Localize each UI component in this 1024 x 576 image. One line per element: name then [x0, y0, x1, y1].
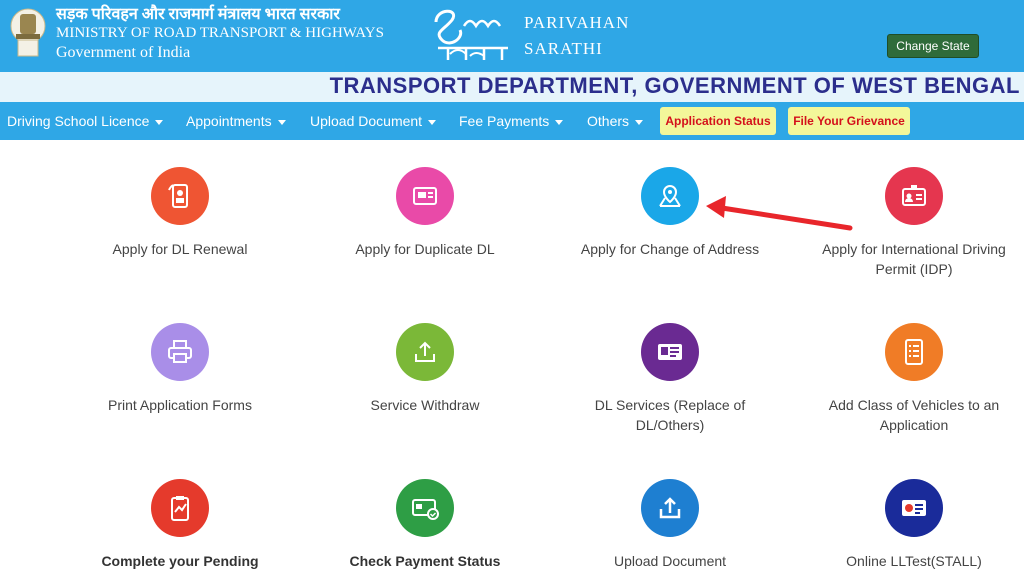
id-card-icon [902, 185, 926, 206]
nav-label: Fee Payments [459, 113, 550, 129]
test-card-icon [902, 500, 926, 516]
tile-label: Apply for International Driving Permit (… [822, 241, 1006, 277]
department-title: TRANSPORT DEPARTMENT, GOVERNMENT OF WEST… [329, 73, 1020, 98]
tile-complete-pending[interactable]: Complete your Pending [80, 479, 280, 571]
tile-label: Apply for Change of Address [580, 241, 760, 257]
caret-down-icon [155, 119, 164, 125]
nav-label: Appointments [186, 113, 272, 129]
tile-label: Apply for Duplicate DL [355, 241, 495, 257]
tile-label: Add Class of Vehicles to an Application [828, 397, 1000, 433]
map-pin-icon [659, 184, 681, 207]
upload-icon [659, 497, 681, 519]
caret-down-icon [428, 119, 437, 125]
nav-driving-school-licence[interactable]: Driving School Licence [7, 102, 164, 140]
ministry-hindi: सड़क परिवहन और राजमार्ग मंत्रालय भारत सर… [56, 6, 340, 23]
nav-appointments[interactable]: Appointments [186, 102, 286, 140]
tile-upload-document[interactable]: Upload Document [570, 479, 770, 571]
nav-others[interactable]: Others [587, 102, 644, 140]
brand-line-1: PARIVAHAN [524, 13, 630, 32]
license-card-icon [658, 344, 682, 360]
tile-icon-circle [641, 167, 699, 225]
tile-duplicate-dl[interactable]: Apply for Duplicate DL [325, 167, 525, 259]
government-label: Government of India [56, 44, 191, 61]
tile-icon-circle [396, 479, 454, 537]
tile-label: Upload Document [613, 553, 727, 569]
caret-down-icon [635, 119, 644, 125]
tile-icon-circle [641, 479, 699, 537]
duplicate-dl-icon [413, 187, 437, 205]
form-list-icon [905, 339, 923, 365]
brand-line-2: SARATHI [524, 39, 603, 58]
tile-dl-renewal[interactable]: Apply for DL Renewal [80, 167, 280, 259]
tile-label: Complete your Pending [101, 553, 259, 569]
upload-tray-icon [415, 341, 435, 362]
dl-renewal-icon [168, 184, 188, 208]
site-header: सड़क परिवहन और राजमार्ग मंत्रालय भारत सर… [0, 0, 1024, 72]
tile-print-application-forms[interactable]: Print Application Forms [80, 323, 280, 415]
tile-icon-circle [396, 167, 454, 225]
tile-icon-circle [151, 167, 209, 225]
national-emblem-icon [10, 8, 46, 57]
tile-check-payment-status[interactable]: Check Payment Status [325, 479, 525, 571]
tile-label: DL Services (Replace of DL/Others) [594, 397, 746, 433]
tile-add-class-of-vehicles[interactable]: Add Class of Vehicles to an Application [814, 323, 1014, 435]
tile-icon-circle [151, 479, 209, 537]
sarathi-logo-icon[interactable] [430, 2, 520, 64]
annotation-arrow-icon [706, 196, 853, 231]
application-status-button[interactable]: Application Status [660, 107, 776, 135]
tile-label: Service Withdraw [370, 397, 480, 413]
nav-fee-payments[interactable]: Fee Payments [459, 102, 564, 140]
tile-service-withdraw[interactable]: Service Withdraw [325, 323, 525, 415]
brand-name: PARIVAHAN SARATHI [524, 10, 629, 62]
nav-label: Others [587, 113, 630, 129]
nav-label: Driving School Licence [7, 113, 150, 129]
tile-icon-circle [885, 167, 943, 225]
file-grievance-button[interactable]: File Your Grievance [788, 107, 910, 135]
change-state-button[interactable]: Change State [887, 34, 979, 58]
tile-label: Apply for DL Renewal [112, 241, 248, 257]
ministry-english: MINISTRY OF ROAD TRANSPORT & HIGHWAYS [56, 25, 384, 41]
tile-icon-circle [885, 323, 943, 381]
tile-icon-circle [885, 479, 943, 537]
clipboard-icon [171, 496, 189, 521]
tile-icon-circle [151, 323, 209, 381]
tile-label: Check Payment Status [349, 553, 501, 569]
printer-icon [168, 340, 192, 363]
caret-down-icon [555, 119, 564, 125]
nav-label: Upload Document [310, 113, 423, 129]
caret-down-icon [277, 119, 286, 125]
tile-online-lltest[interactable]: Online LLTest(STALL) [814, 479, 1014, 571]
tile-label: Online LLTest(STALL) [846, 553, 982, 569]
tile-icon-circle [641, 323, 699, 381]
tile-icon-circle [396, 323, 454, 381]
ministry-title: सड़क परिवहन और राजमार्ग मंत्रालय भारत सर… [56, 5, 384, 62]
nav-upload-document[interactable]: Upload Document [310, 102, 437, 140]
tile-label: Print Application Forms [108, 397, 252, 413]
payment-card-icon [412, 499, 439, 520]
tile-dl-services[interactable]: DL Services (Replace of DL/Others) [570, 323, 770, 435]
